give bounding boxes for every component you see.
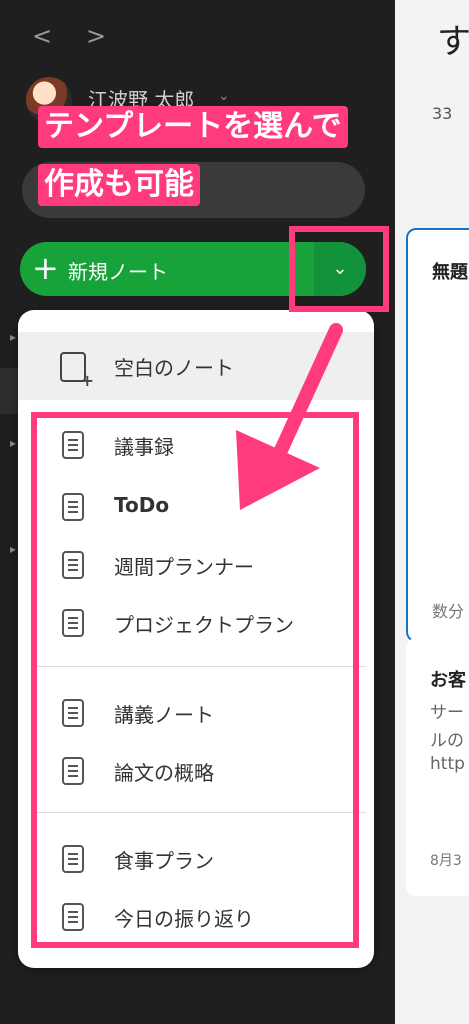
note-card-title: 無題 [432,262,468,283]
page-title: す [437,22,469,62]
new-note-label: 新規ノート [68,260,168,284]
forward-arrow-icon[interactable]: > [84,22,108,50]
note-card-snippet: サー [430,703,464,723]
note-card-title: お客 [430,670,466,691]
template-highlight-box [31,412,359,948]
menu-item-blank-note[interactable]: 空白のノート [18,332,374,400]
new-note-icon [60,352,94,390]
expand-arrow-icon[interactable]: ▸ [10,330,16,344]
note-count: 33 [432,104,453,123]
note-card-meta: 数分 [432,602,465,621]
dropdown-highlight-box [289,226,389,312]
note-card[interactable]: 無題 数分 [406,228,469,642]
expand-arrow-icon[interactable]: ▸ [10,542,16,556]
note-card-date: 8月3 [430,853,462,869]
back-arrow-icon[interactable]: < [30,22,54,50]
expand-arrow-icon[interactable]: ▸ [10,436,16,450]
history-nav: < > [30,22,108,50]
note-card-snippet: http [430,754,465,774]
note-card-snippet: ルの [430,731,464,751]
plus-icon: + [32,249,59,287]
chevron-down-icon[interactable]: ⌄ [218,88,230,104]
annotation-callout: 作成も可能 [38,164,200,206]
menu-item-label: 空白のノート [114,356,234,380]
note-card[interactable]: お客 サー ルの http 8月3 [406,638,469,896]
annotation-callout: テンプレートを選んで [38,106,348,148]
